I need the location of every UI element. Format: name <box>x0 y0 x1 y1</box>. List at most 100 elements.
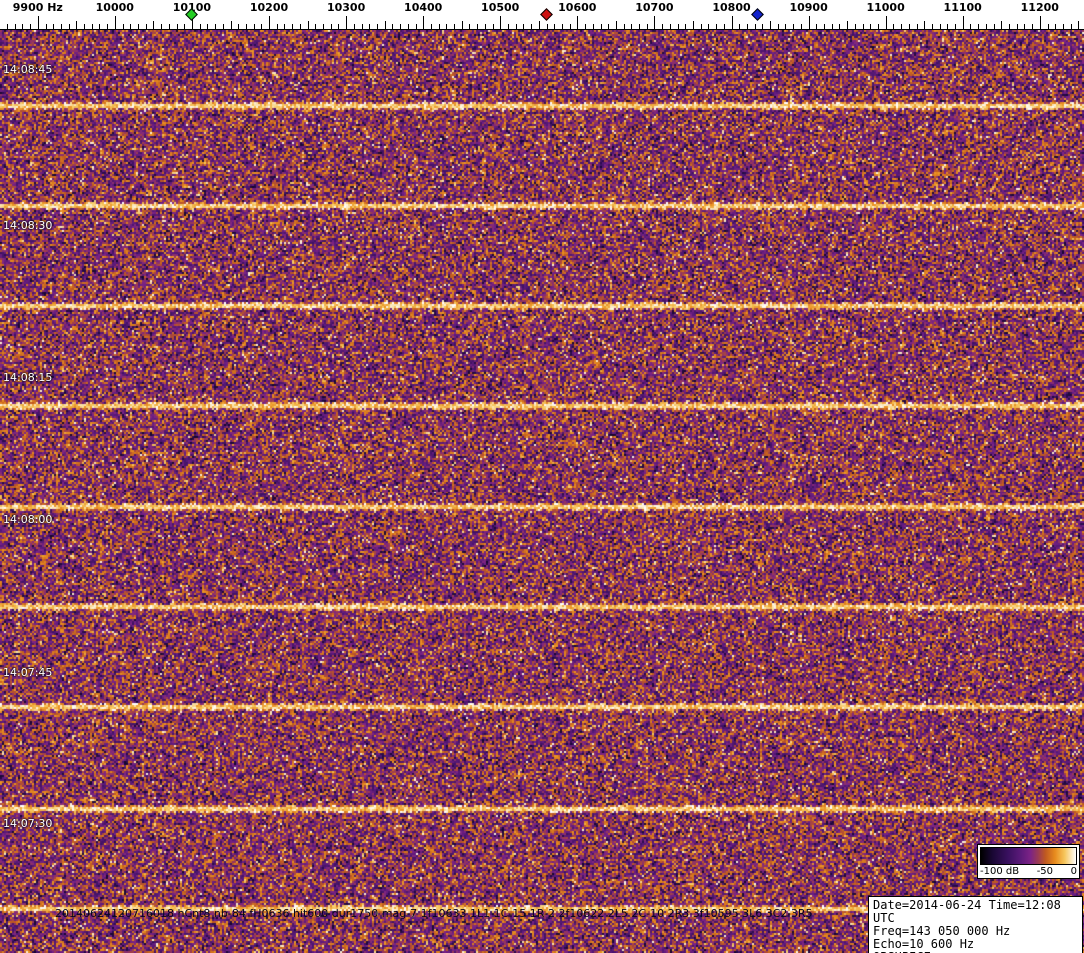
axis-tick <box>793 24 794 29</box>
axis-tick <box>469 24 470 29</box>
axis-tick <box>284 24 285 29</box>
colorbar: -100 dB -50 0 <box>977 844 1080 879</box>
axis-tick <box>978 24 979 29</box>
axis-tick <box>839 24 840 29</box>
axis-tick <box>701 24 702 29</box>
axis-tick <box>238 24 239 29</box>
axis-tick <box>493 24 494 29</box>
axis-tick <box>547 24 548 29</box>
axis-tick <box>161 24 162 29</box>
axis-tick <box>369 24 370 29</box>
axis-tick <box>338 24 339 29</box>
axis-tick <box>477 24 478 29</box>
axis-tick <box>662 24 663 29</box>
axis-tick <box>624 24 625 29</box>
observation-info-box: Date=2014-06-24 Time=12:08 UTC Freq=143 … <box>868 896 1083 953</box>
axis-tick <box>847 21 848 29</box>
axis-tick <box>315 24 316 29</box>
axis-tick <box>231 21 232 29</box>
axis-tick <box>747 24 748 29</box>
axis-tick <box>1009 24 1010 29</box>
axis-tick <box>200 24 201 29</box>
axis-tick <box>778 24 779 29</box>
axis-tick <box>107 24 108 29</box>
frequency-axis: 9900 Hz 10000 10100 10200 10300 10400 10500 106… <box>0 0 1084 30</box>
red-marker-icon[interactable] <box>540 8 553 21</box>
axis-label-10800: 10800 <box>712 1 750 14</box>
info-date-line: Date=2014-06-24 Time=12:08 UTC <box>873 899 1078 925</box>
axis-tick <box>30 24 31 29</box>
axis-label-10900: 10900 <box>789 1 827 14</box>
axis-tick <box>732 16 733 29</box>
axis-tick <box>809 16 810 29</box>
axis-tick <box>1032 24 1033 29</box>
axis-tick <box>485 24 486 29</box>
axis-tick <box>177 24 178 29</box>
axis-label-9900: 9900 Hz <box>13 1 63 14</box>
axis-tick <box>416 24 417 29</box>
axis-tick <box>924 21 925 29</box>
axis-tick <box>739 24 740 29</box>
axis-tick <box>269 16 270 29</box>
spectrogram-waterfall[interactable] <box>0 30 1084 953</box>
axis-tick <box>554 24 555 29</box>
axis-tick <box>678 24 679 29</box>
blue-marker-icon[interactable] <box>751 8 764 21</box>
axis-tick <box>909 24 910 29</box>
axis-tick <box>423 16 424 29</box>
axis-tick <box>539 21 540 29</box>
axis-tick <box>523 24 524 29</box>
axis-tick <box>431 24 432 29</box>
axis-tick <box>123 24 124 29</box>
axis-tick <box>223 24 224 29</box>
axis-tick <box>693 21 694 29</box>
axis-tick <box>577 16 578 29</box>
axis-tick <box>970 24 971 29</box>
axis-label-10300: 10300 <box>327 1 365 14</box>
axis-tick <box>917 24 918 29</box>
axis-tick <box>346 16 347 29</box>
axis-tick <box>115 16 116 29</box>
axis-tick <box>292 24 293 29</box>
axis-tick <box>963 16 964 29</box>
axis-tick <box>1055 24 1056 29</box>
axis-label-10600: 10600 <box>558 1 596 14</box>
axis-tick <box>300 24 301 29</box>
axis-tick <box>454 24 455 29</box>
axis-tick <box>785 24 786 29</box>
axis-tick <box>392 24 393 29</box>
axis-tick <box>947 24 948 29</box>
axis-tick <box>863 24 864 29</box>
colorbar-gradient <box>980 847 1077 865</box>
axis-tick <box>770 21 771 29</box>
axis-tick <box>1001 21 1002 29</box>
axis-tick <box>940 24 941 29</box>
axis-tick <box>832 24 833 29</box>
axis-tick <box>1048 24 1049 29</box>
axis-tick <box>261 24 262 29</box>
axis-tick <box>354 24 355 29</box>
colorbar-mid-label: -50 <box>1037 866 1053 877</box>
axis-tick <box>53 24 54 29</box>
axis-tick <box>92 24 93 29</box>
axis-tick <box>685 24 686 29</box>
axis-tick <box>153 21 154 29</box>
axis-tick <box>138 24 139 29</box>
axis-tick <box>824 24 825 29</box>
axis-tick <box>207 24 208 29</box>
axis-tick <box>1017 24 1018 29</box>
axis-tick <box>724 24 725 29</box>
axis-tick <box>323 24 324 29</box>
axis-tick <box>500 16 501 29</box>
axis-tick <box>362 24 363 29</box>
axis-label-11200: 11200 <box>1021 1 1059 14</box>
axis-tick <box>61 24 62 29</box>
axis-label-10200: 10200 <box>250 1 288 14</box>
axis-tick <box>462 21 463 29</box>
axis-tick <box>631 24 632 29</box>
axis-tick <box>7 24 8 29</box>
axis-tick <box>647 24 648 29</box>
axis-tick <box>654 16 655 29</box>
axis-tick <box>585 24 586 29</box>
axis-label-11100: 11100 <box>944 1 982 14</box>
